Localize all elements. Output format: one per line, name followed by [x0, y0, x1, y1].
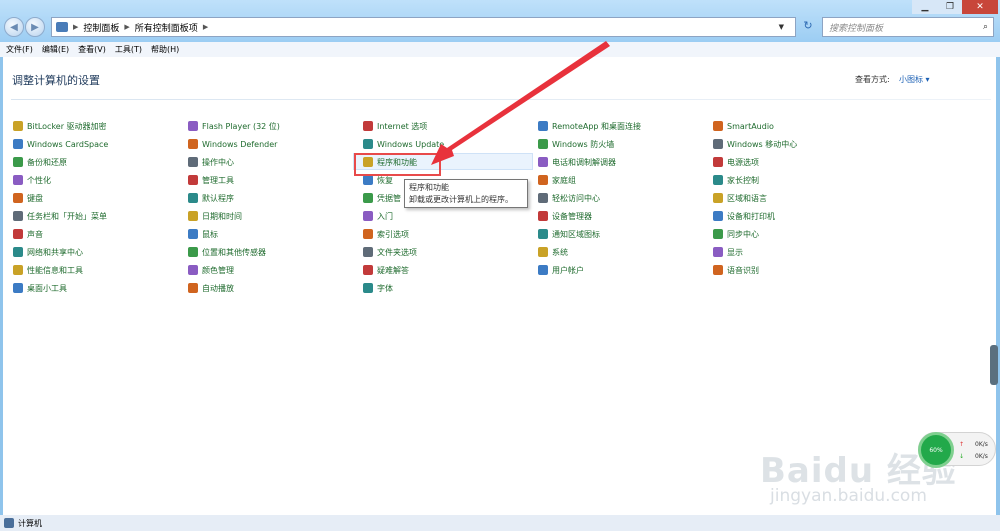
status-text: 计算机 — [18, 518, 42, 528]
watermark-url: jingyan.baidu.com — [770, 486, 927, 506]
widget-percent: 60% — [918, 432, 954, 468]
computer-icon — [4, 518, 14, 528]
upload-arrow-icon: ↑ — [959, 441, 965, 448]
download-arrow-icon: ↓ — [959, 453, 965, 460]
upload-speed: 0K/s — [975, 441, 988, 448]
download-speed: 0K/s — [975, 453, 988, 460]
window-frame: ▁ ❐ ✕ ◀ ▶ ▶ 控制面板 ▶ 所有控制面板项 ▶ ▼ ↻ 搜索控制面板 ⌕… — [0, 0, 1000, 531]
status-bar: 计算机 — [0, 515, 1000, 531]
scroll-handle[interactable] — [990, 345, 998, 385]
arrow-shape — [431, 41, 610, 165]
